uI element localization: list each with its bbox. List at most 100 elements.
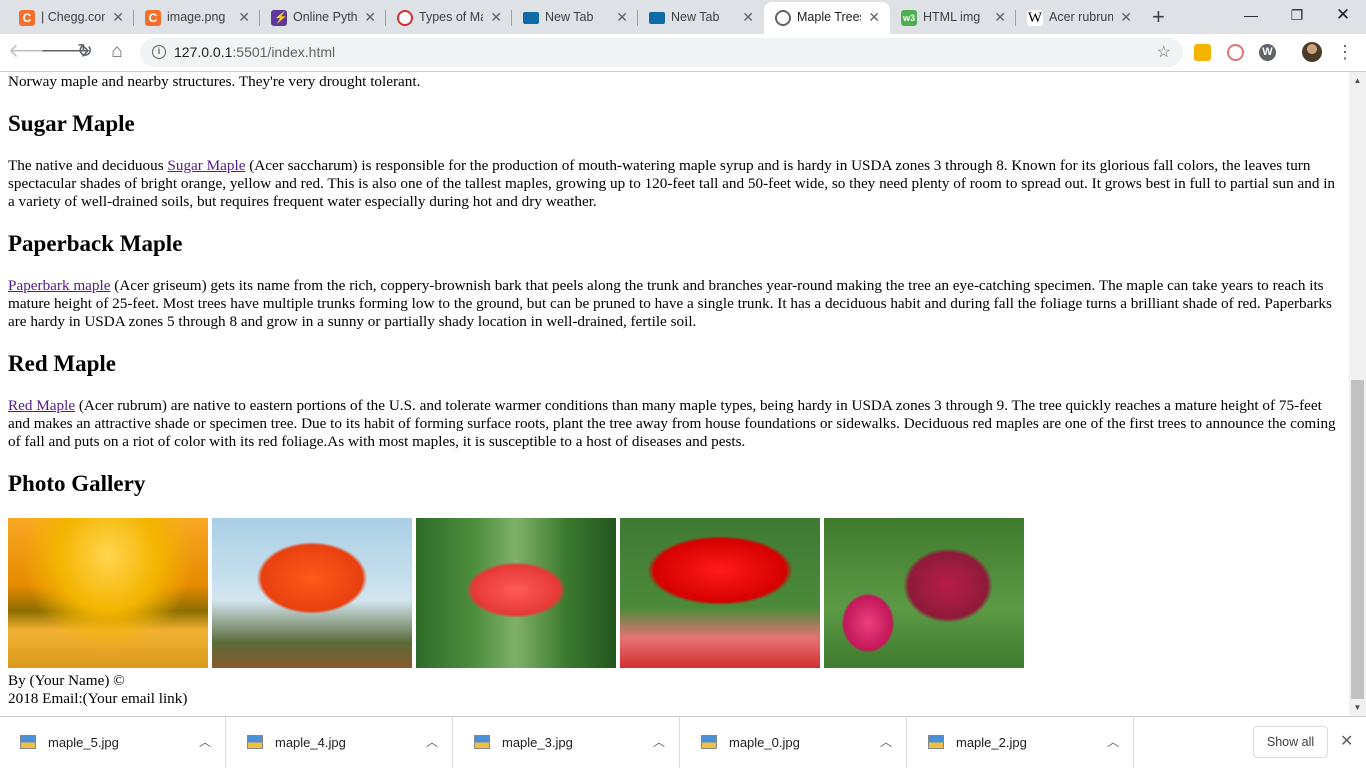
tab-label: image.png <box>167 10 226 24</box>
image-file-icon <box>247 735 263 749</box>
download-filename: maple_2.jpg <box>956 735 1027 750</box>
download-filename: maple_4.jpg <box>275 735 346 750</box>
footer-email: 2018 Email:(Your email link) <box>8 690 188 707</box>
url-host: 127.0.0.1 <box>174 44 233 60</box>
menu-kebab-icon[interactable]: ⋮ <box>1336 40 1354 64</box>
bookmark-star-icon[interactable]: ☆ <box>1157 38 1171 67</box>
folder-icon <box>523 12 539 24</box>
tab-close-icon[interactable]: ✕ <box>490 2 502 32</box>
tab-close-icon[interactable]: ✕ <box>616 2 628 32</box>
download-filename: maple_0.jpg <box>729 735 800 750</box>
chegg-icon: C <box>19 10 35 26</box>
extension-notes-icon[interactable] <box>1194 44 1211 61</box>
footer: By (Your Name) © 2018 Email:(Your email … <box>8 672 1341 708</box>
link-red-maple[interactable]: Red Maple <box>8 397 75 414</box>
tab-acer-rubrum[interactable]: W Acer rubrum ✕ <box>1016 2 1142 34</box>
tab-html-img[interactable]: w3 HTML img ✕ <box>890 2 1016 34</box>
tab-strip: C | Chegg.com ✕ C image.png ✕ Online Pyt… <box>0 0 1366 34</box>
tab-label: HTML img <box>923 10 981 24</box>
tab-types-of-maple[interactable]: Types of Maple ✕ <box>386 2 512 34</box>
tab-online-python[interactable]: Online Python ✕ <box>260 2 386 34</box>
tab-new-tab-2[interactable]: New Tab ✕ <box>638 2 764 34</box>
tab-chegg[interactable]: C | Chegg.com ✕ <box>8 2 134 34</box>
chevron-up-icon[interactable]: ︿ <box>880 717 892 767</box>
download-item[interactable]: maple_2.jpg ︿ <box>908 717 1134 768</box>
browser-toolbar: 🡐 🡒 ↻ ⌂ i 127.0.0.1:5501/index.html ☆ <box>0 34 1366 72</box>
paragraph-paperbark-maple: Paperbark maple (Acer griseum) gets its … <box>8 277 1341 331</box>
extension-block-icon[interactable] <box>1227 44 1244 61</box>
tab-close-icon[interactable]: ✕ <box>1120 2 1132 32</box>
window-close-icon[interactable]: ✕ <box>1320 0 1366 32</box>
tab-close-icon[interactable]: ✕ <box>868 2 880 32</box>
profile-avatar[interactable] <box>1302 42 1322 62</box>
chevron-up-icon[interactable]: ︿ <box>1107 717 1119 767</box>
text-span: (Acer griseum) gets its name from the ri… <box>8 277 1332 330</box>
download-item[interactable]: maple_3.jpg ︿ <box>454 717 680 768</box>
heading-red-maple: Red Maple <box>8 351 116 376</box>
tab-label: Acer rubrum <box>1049 10 1113 24</box>
address-bar[interactable]: i 127.0.0.1:5501/index.html ☆ <box>140 38 1183 67</box>
gallery-photo-orange-maple-field <box>212 518 412 668</box>
download-item[interactable]: maple_4.jpg ︿ <box>227 717 453 768</box>
text-span: The native and deciduous <box>8 157 168 174</box>
tab-new-tab-1[interactable]: New Tab ✕ <box>512 2 638 34</box>
minimize-icon[interactable]: — <box>1228 0 1274 32</box>
paragraph-red-maple: Red Maple (Acer rubrum) are native to ea… <box>8 397 1341 451</box>
text-span: (Acer rubrum) are native to eastern port… <box>8 397 1336 450</box>
folder-icon <box>649 12 665 24</box>
url-path: :5501/index.html <box>232 44 336 60</box>
link-paperbark-maple[interactable]: Paperbark maple <box>8 277 110 294</box>
image-file-icon <box>928 735 944 749</box>
tab-maple-trees[interactable]: Maple Trees ✕ <box>764 2 890 34</box>
restore-icon[interactable]: ❐ <box>1274 0 1320 32</box>
tab-close-icon[interactable]: ✕ <box>742 2 754 32</box>
tab-image-png[interactable]: C image.png ✕ <box>134 2 260 34</box>
image-file-icon <box>701 735 717 749</box>
quora-icon <box>397 10 413 26</box>
gallery-photo-maple-with-rhododendron <box>824 518 1024 668</box>
scrollbar-thumb[interactable] <box>1351 380 1364 699</box>
wikipedia-icon: W <box>1027 10 1043 26</box>
tab-close-icon[interactable]: ✕ <box>994 2 1006 32</box>
new-tab-plus-icon[interactable]: + <box>1152 4 1165 30</box>
back-arrow-icon[interactable]: 🡐 <box>8 39 59 65</box>
tab-close-icon[interactable]: ✕ <box>364 2 376 32</box>
download-filename: maple_3.jpg <box>502 735 573 750</box>
heading-sugar-maple: Sugar Maple <box>8 111 135 136</box>
close-shelf-icon[interactable]: ✕ <box>1340 717 1353 767</box>
scroll-down-arrow-icon[interactable]: ▼ <box>1349 699 1366 716</box>
chevron-up-icon[interactable]: ︿ <box>199 717 211 767</box>
footer-byline: By (Your Name) © <box>8 672 125 689</box>
gallery-photo-golden-maple-forest <box>8 518 208 668</box>
tab-close-icon[interactable]: ✕ <box>112 2 124 32</box>
info-icon[interactable]: i <box>152 45 166 59</box>
tab-label: | Chegg.com <box>41 10 105 24</box>
download-item[interactable]: maple_0.jpg ︿ <box>681 717 907 768</box>
download-item[interactable]: maple_5.jpg ︿ <box>0 717 226 768</box>
tab-close-icon[interactable]: ✕ <box>238 2 250 32</box>
heading-photo-gallery: Photo Gallery <box>8 471 146 496</box>
chevron-up-icon[interactable]: ︿ <box>653 717 665 767</box>
forward-arrow-icon[interactable]: 🡒 <box>40 39 91 65</box>
chevron-up-icon[interactable]: ︿ <box>426 717 438 767</box>
download-filename: maple_5.jpg <box>48 735 119 750</box>
gallery-photo-red-japanese-maple <box>416 518 616 668</box>
home-icon[interactable]: ⌂ <box>104 39 130 65</box>
image-file-icon <box>20 735 36 749</box>
tab-label: Maple Trees <box>797 10 861 24</box>
show-all-button[interactable]: Show all <box>1253 726 1328 758</box>
link-sugar-maple[interactable]: Sugar Maple <box>167 157 245 174</box>
extension-w-icon[interactable]: W <box>1259 44 1276 61</box>
tab-label: New Tab <box>671 10 720 24</box>
globe-icon <box>775 10 791 26</box>
vertical-scrollbar[interactable]: ▲ ▼ <box>1349 72 1366 716</box>
reload-icon[interactable]: ↻ <box>72 39 98 65</box>
page-viewport: Norway maple and nearby structures. They… <box>0 72 1349 716</box>
scroll-up-arrow-icon[interactable]: ▲ <box>1349 72 1366 89</box>
image-file-icon <box>474 735 490 749</box>
chegg-icon: C <box>145 10 161 26</box>
paragraph-sugar-maple: The native and deciduous Sugar Maple (Ac… <box>8 157 1341 211</box>
tab-label: Types of Maple <box>419 10 483 24</box>
url-text[interactable]: 127.0.0.1:5501/index.html <box>174 38 335 67</box>
download-shelf: maple_5.jpg ︿ maple_4.jpg ︿ maple_3.jpg … <box>0 716 1366 768</box>
